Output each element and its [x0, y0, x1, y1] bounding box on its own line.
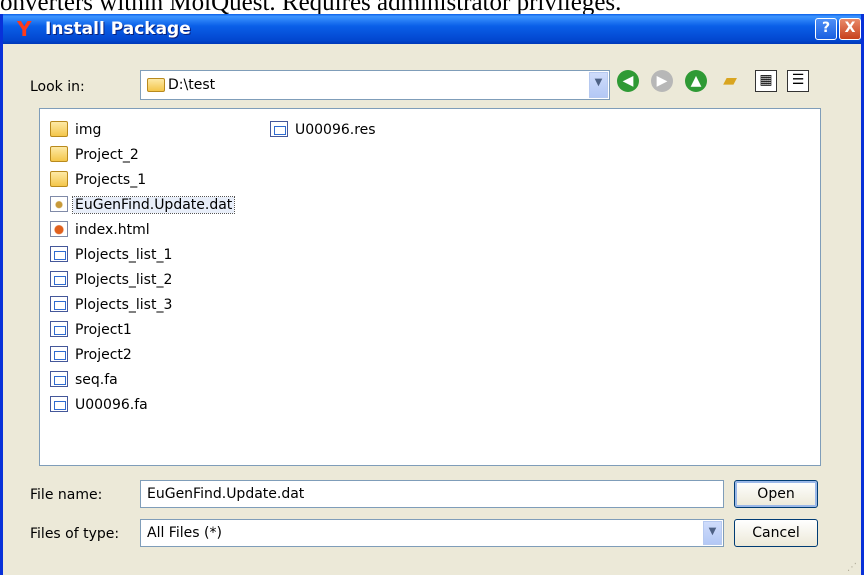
- list-view-icon[interactable]: ▦: [755, 70, 777, 92]
- list-item[interactable]: EuGenFind.Update.dat: [50, 194, 236, 216]
- folder-icon: [147, 78, 165, 92]
- file-icon: [50, 346, 68, 362]
- window-title: Install Package: [45, 19, 191, 39]
- list-item[interactable]: Plojects_list_3: [50, 294, 174, 316]
- list-item[interactable]: Project_2: [50, 144, 141, 166]
- list-item[interactable]: U00096.res: [270, 119, 378, 141]
- file-name: index.html: [75, 222, 150, 238]
- look-in-combo[interactable]: D:\test ▼: [140, 70, 610, 100]
- file-icon: [50, 296, 68, 312]
- file-name: Project_2: [75, 147, 139, 163]
- file-name-label: File name:: [30, 487, 103, 503]
- list-item[interactable]: img: [50, 119, 103, 141]
- list-item[interactable]: Projects_1: [50, 169, 148, 191]
- forward-icon[interactable]: ▶: [651, 70, 673, 92]
- list-item[interactable]: Project1: [50, 319, 134, 341]
- list-item[interactable]: Plojects_list_2: [50, 269, 174, 291]
- file-icon: [50, 371, 68, 387]
- file-name: EuGenFind.Update.dat: [71, 196, 236, 214]
- help-button[interactable]: ?: [815, 18, 837, 40]
- file-name: Projects_1: [75, 172, 147, 188]
- file-name: Project2: [75, 347, 132, 363]
- look-in-value: D:\test: [147, 77, 215, 93]
- file-icon: [50, 396, 68, 412]
- back-icon[interactable]: ◀: [617, 70, 639, 92]
- list-item[interactable]: U00096.fa: [50, 394, 150, 416]
- file-icon: [50, 196, 68, 212]
- file-icon: [50, 246, 68, 262]
- details-view-icon[interactable]: ☰: [787, 70, 809, 92]
- open-button[interactable]: Open: [734, 480, 818, 508]
- chevron-down-icon[interactable]: ▼: [703, 521, 722, 545]
- file-list[interactable]: img Project_2 Projects_1 EuGenFind.Update.d…: [39, 108, 821, 466]
- folder-icon: [50, 121, 68, 137]
- chevron-down-icon[interactable]: ▼: [589, 72, 608, 98]
- file-type-combo[interactable]: All Files (*) ▼: [140, 519, 724, 547]
- list-item[interactable]: index.html: [50, 219, 152, 241]
- file-name: U00096.fa: [75, 397, 148, 413]
- file-name: img: [75, 122, 102, 138]
- list-item[interactable]: Plojects_list_1: [50, 244, 174, 266]
- title-bar[interactable]: Y Install Package ? X: [3, 14, 861, 44]
- file-icon: [50, 321, 68, 337]
- file-name: Plojects_list_1: [75, 247, 173, 263]
- file-name: Plojects_list_3: [75, 297, 173, 313]
- resize-grip-icon[interactable]: ⋰: [847, 562, 857, 573]
- file-icon: [50, 271, 68, 287]
- file-type-value: All Files (*): [147, 525, 222, 541]
- list-item[interactable]: Project2: [50, 344, 134, 366]
- folder-icon: [50, 171, 68, 187]
- app-logo-icon: Y: [17, 17, 32, 41]
- folder-icon: [50, 146, 68, 162]
- file-type-label: Files of type:: [30, 526, 120, 542]
- install-package-dialog: Y Install Package ? X Look in: D:\test ▼…: [0, 14, 864, 575]
- file-name-value: EuGenFind.Update.dat: [147, 486, 305, 502]
- close-button[interactable]: X: [839, 18, 861, 40]
- file-icon: [50, 221, 68, 237]
- cancel-button[interactable]: Cancel: [734, 519, 818, 547]
- look-in-label: Look in:: [30, 79, 85, 95]
- file-icon: [270, 121, 288, 137]
- file-name-field[interactable]: EuGenFind.Update.dat: [140, 480, 724, 508]
- file-name: Plojects_list_2: [75, 272, 173, 288]
- up-folder-icon[interactable]: ▲: [685, 70, 707, 92]
- list-item[interactable]: seq.fa: [50, 369, 120, 391]
- file-name: seq.fa: [75, 372, 118, 388]
- file-name: U00096.res: [295, 122, 376, 138]
- file-name: Project1: [75, 322, 132, 338]
- new-folder-icon[interactable]: ▰: [719, 70, 741, 92]
